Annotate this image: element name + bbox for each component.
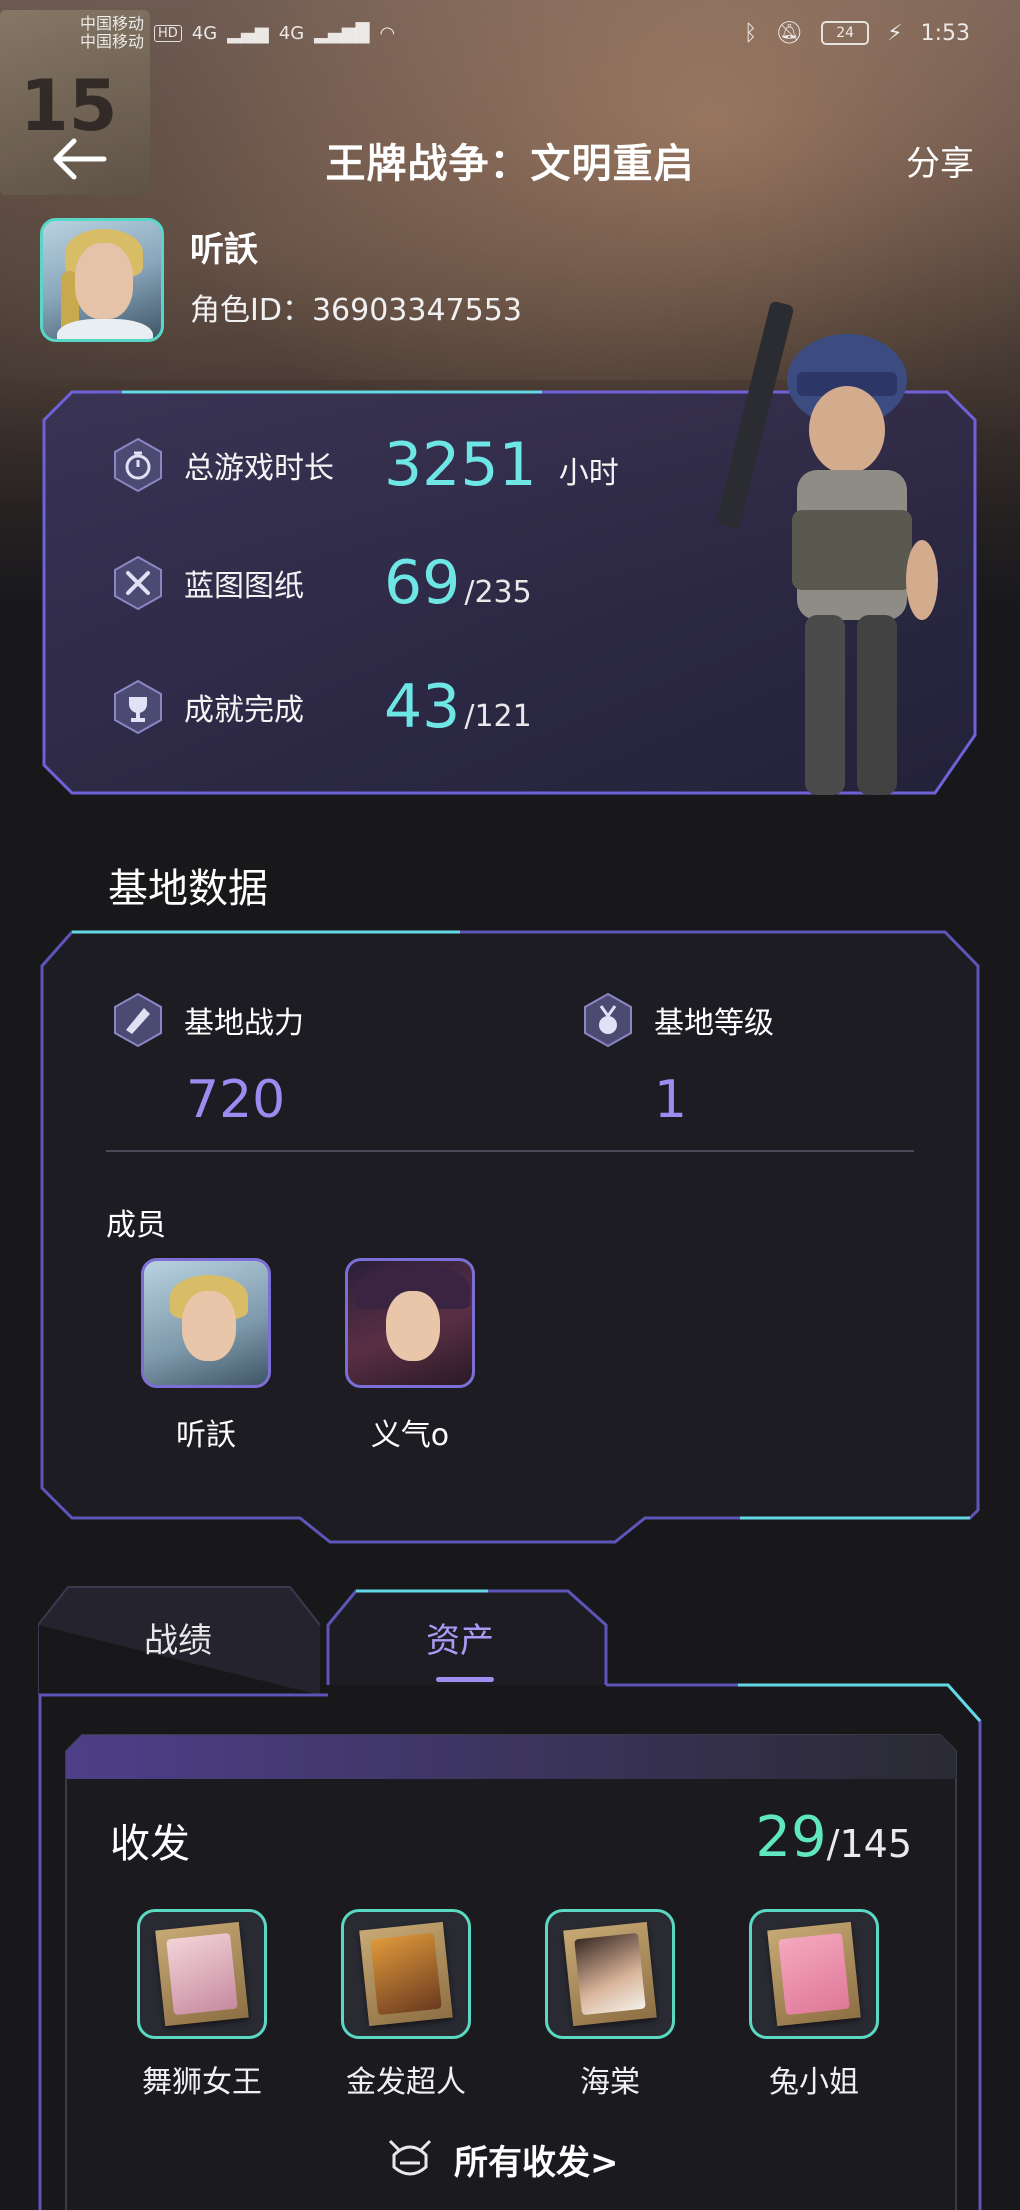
stat-playtime: 总游戏时长 3251 小时: [110, 430, 619, 500]
playtime-value: 3251: [384, 430, 537, 500]
samurai-helmet-icon: [388, 2139, 432, 2176]
all-hairstyles-link[interactable]: 所有收发>: [384, 2133, 619, 2185]
stopwatch-icon: [110, 437, 166, 493]
medal-icon: [580, 992, 636, 1048]
clock: 1:53: [920, 20, 970, 46]
bluetooth-icon: ᛒ: [744, 20, 758, 46]
stats-card: 总游戏时长 3251 小时 蓝图图纸 69 /235 成就完成 43 /121: [42, 301, 977, 795]
stat-achievements: 成就完成 43 /121: [110, 672, 532, 742]
member-avatar: [345, 1258, 475, 1388]
signal-icon: ▂▄▆: [227, 22, 269, 44]
tab-records[interactable]: 战绩: [144, 1613, 212, 1662]
battery-icon: 24: [821, 21, 870, 45]
trophy-icon: [110, 679, 166, 735]
signal-icon: ▂▄▆█: [314, 22, 370, 44]
player-name: 听訞: [190, 229, 258, 270]
wifi-icon: ◠: [379, 22, 396, 44]
active-tab-indicator: [436, 1677, 494, 1682]
hairstyle-item[interactable]: 兔小姐: [734, 1909, 894, 2101]
player-avatar[interactable]: [40, 218, 164, 342]
hairstyle-thumbnail: [341, 1909, 471, 2039]
network-type-1: 4G: [191, 22, 218, 44]
member-item[interactable]: 义气o: [320, 1258, 500, 1454]
hairstyle-thumbnail: [545, 1909, 675, 2039]
carrier-names: 中国移动 中国移动: [80, 14, 145, 51]
page-title: 王牌战争：文明重启: [325, 141, 695, 187]
members-title: 成员: [106, 1208, 166, 1243]
mute-bell-icon: 🔕︎: [775, 20, 804, 46]
stat-blueprints: 蓝图图纸 69 /235: [110, 548, 532, 618]
player-profile: 听訞 角色ID：36903347553: [40, 218, 522, 342]
section-title-base: 基地数据: [108, 866, 268, 912]
member-avatar: [141, 1258, 271, 1388]
base-power: 基地战力: [110, 992, 304, 1048]
hairstyle-item[interactable]: 舞狮女王: [122, 1909, 282, 2101]
share-button[interactable]: 分享: [906, 136, 974, 185]
blueprints-value: 69: [384, 548, 461, 618]
hairstyle-card: 收发 29/145 舞狮女王 金发超人 海棠 兔小姐 所有收发>: [64, 1733, 958, 2210]
hairstyle-thumbnail: [749, 1909, 879, 2039]
hairstyle-count: 29/145: [755, 1805, 912, 1870]
network-type-2: 4G: [278, 22, 305, 44]
nav-bar: 王牌战争：文明重启 分享: [0, 120, 1020, 200]
base-card: 基地战力 720 基地等级 1 成员 听訞 义气o: [40, 930, 980, 1550]
records-assets-panel: 战绩 资产 收发 29/145 舞狮女王 金发超人 海棠 兔小姐 所有收发>: [38, 1585, 982, 2210]
base-level-value: 1: [654, 1070, 688, 1130]
soldier-character-image: [716, 301, 938, 795]
member-item[interactable]: 听訞: [116, 1258, 296, 1454]
tab-assets[interactable]: 资产: [426, 1613, 494, 1662]
base-level: 基地等级: [580, 992, 774, 1048]
base-power-value: 720: [186, 1070, 286, 1130]
charging-icon: ⚡︎: [887, 20, 903, 46]
hairstyle-thumbnail: [137, 1909, 267, 2039]
status-bar: 中国移动 中国移动 HD 4G ▂▄▆ 4G ▂▄▆█ ◠ ᛒ 🔕︎ 24 ⚡︎…: [0, 0, 1020, 66]
hd-badge: HD: [154, 24, 182, 42]
back-arrow-icon[interactable]: [48, 134, 108, 184]
hairstyle-item[interactable]: 金发超人: [326, 1909, 486, 2101]
blueprint-icon: [110, 555, 166, 611]
hairstyle-item[interactable]: 海棠: [530, 1909, 690, 2101]
hairstyle-title: 收发: [110, 1821, 190, 1867]
divider: [106, 1150, 914, 1152]
player-id: 角色ID：36903347553: [190, 292, 522, 328]
achievements-value: 43: [384, 672, 461, 742]
power-icon: [110, 992, 166, 1048]
